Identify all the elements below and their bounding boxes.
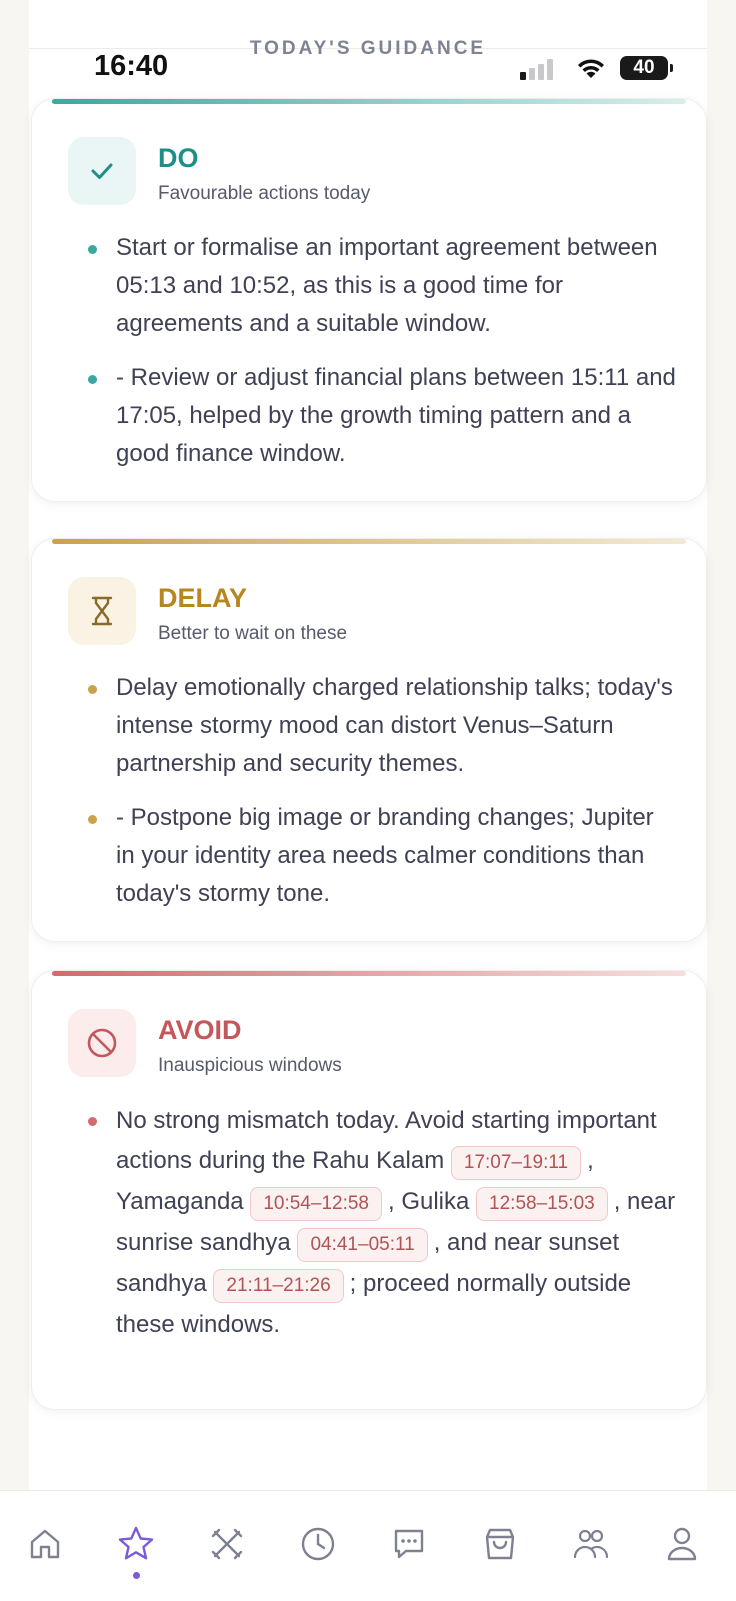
check-icon [91,163,113,179]
delay-accent-bar [52,539,686,544]
sunset-sandhya-chip: 21:11–21:26 [213,1269,344,1303]
sunrise-sandhya-chip: 04:41–05:11 [297,1228,428,1262]
avoid-subtitle: Inauspicious windows [158,1055,342,1076]
avoid-accent-bar [52,971,686,976]
do-list: Start or formalise an important agreemen… [84,229,676,489]
bullet-dot [88,815,97,824]
hourglass-icon [91,596,113,626]
list-item: No strong mismatch today. Avoid starting… [84,1101,676,1345]
do-subtitle: Favourable actions today [158,183,371,204]
clock-icon [301,1527,335,1561]
gulika-chip: 12:58–15:03 [476,1187,608,1221]
delay-title: DELAY [158,583,248,613]
list-item: Delay emotionally charged relationship t… [84,669,676,783]
nav-chat[interactable] [386,1521,432,1567]
chat-icon [394,1529,424,1559]
nav-home[interactable] [22,1521,68,1567]
profile-icon [667,1527,697,1561]
rahu-kalam-chip: 17:07–19:11 [450,1146,582,1180]
crossed-tools-icon [211,1528,243,1560]
bullet-dot [88,685,97,694]
bullet-dot [88,245,97,254]
bottom-nav [0,1490,736,1601]
list-item: - Review or adjust financial plans betwe… [84,359,676,473]
star-icon [118,1526,154,1560]
status-icons: 40 [520,54,680,82]
users-icon [573,1529,609,1559]
delay-card: DELAY Better to wait on these Delay emot… [31,538,707,942]
battery-icon: 40 [620,56,673,80]
list-item-text: Delay emotionally charged relationship t… [116,674,673,777]
wifi-icon [578,59,604,78]
avoid-badge [68,1009,136,1077]
active-indicator-dot [133,1572,140,1579]
avoid-text-segment: , Gulika [388,1188,470,1215]
list-item: - Postpone big image or branding changes… [84,799,676,913]
yamaganda-chip: 10:54–12:58 [250,1187,382,1221]
nav-star[interactable] [113,1521,159,1567]
do-accent-bar [52,99,686,104]
do-title: DO [158,143,199,173]
nav-community[interactable] [568,1521,614,1567]
delay-list: Delay emotionally charged relationship t… [84,669,676,929]
nav-tools[interactable] [204,1521,250,1567]
delay-subtitle: Better to wait on these [158,623,348,644]
list-item-text: Start or formalise an important agreemen… [116,234,658,337]
bullet-dot [88,1117,97,1126]
avoid-title: AVOID [158,1015,242,1045]
cellular-signal-icon [520,58,560,80]
avoid-list: No strong mismatch today. Avoid starting… [84,1101,676,1361]
avoid-card: AVOID Inauspicious windows No strong mis… [31,970,707,1410]
list-item: Start or formalise an important agreemen… [84,229,676,343]
prohibited-icon [87,1028,117,1058]
home-icon [30,1529,60,1559]
nav-shop[interactable] [477,1521,523,1567]
shopping-bag-icon [485,1528,515,1560]
list-item-text: - Review or adjust financial plans betwe… [116,364,676,467]
bullet-dot [88,375,97,384]
list-item-text: - Postpone big image or branding changes… [116,804,654,907]
delay-badge [68,577,136,645]
nav-profile[interactable] [659,1521,705,1567]
do-card: DO Favourable actions today Start or for… [31,98,707,502]
nav-history[interactable] [295,1521,341,1567]
do-badge [68,137,136,205]
